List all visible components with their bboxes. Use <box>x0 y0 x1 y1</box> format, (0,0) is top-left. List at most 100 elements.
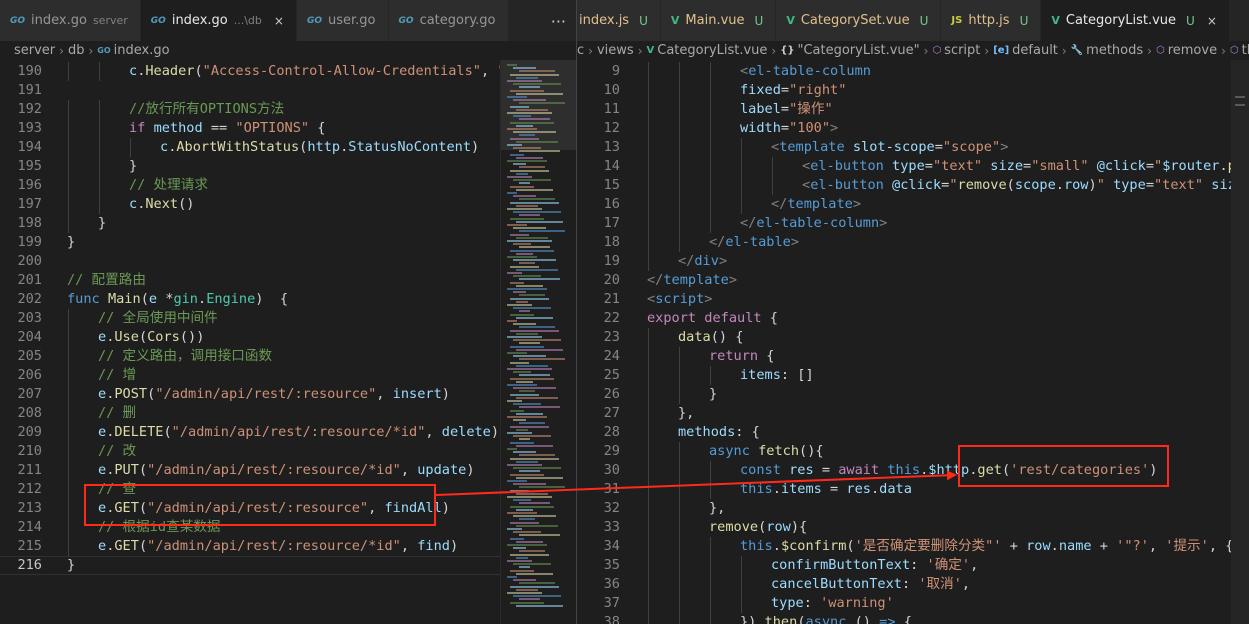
minimap-line <box>510 441 534 444</box>
breadcrumb-item[interactable]: server <box>14 43 55 58</box>
code-text: } <box>129 157 137 176</box>
code-token: == <box>202 120 236 136</box>
line-number: 212 <box>17 481 42 497</box>
minimap-line <box>513 179 551 182</box>
minimap-line <box>510 521 539 524</box>
breadcrumb-item[interactable]: c <box>577 43 584 58</box>
code-text: width="100"> <box>740 119 838 138</box>
tab-index-go[interactable]: GO index.go server <box>0 0 141 41</box>
tab-CategorySet-vue[interactable]: V CategorySet.vue U <box>776 0 942 41</box>
breadcrumb-item[interactable]: index.go <box>114 43 170 58</box>
braces-icon: {} <box>780 45 795 56</box>
indent-guide <box>68 366 69 385</box>
indent-guide <box>648 62 649 81</box>
tab-index-js[interactable]: index.js U <box>577 0 661 41</box>
minimap-line <box>507 224 527 226</box>
breadcrumb-item[interactable]: CategoryList.vue <box>657 43 767 58</box>
line-number: 11 <box>603 101 620 117</box>
chevron-right-icon: › <box>637 43 643 58</box>
minimap-line <box>519 166 545 169</box>
code-token: ()) <box>179 329 205 345</box>
indent-guide <box>68 499 69 518</box>
tab-user-go[interactable]: GO user.go <box>296 0 389 41</box>
breadcrumb-item[interactable]: views <box>597 43 634 58</box>
minimap-line <box>516 76 538 79</box>
tab-CategoryList-vue[interactable]: V CategoryList.vue U × <box>1041 0 1230 41</box>
line-number: 33 <box>603 519 620 535</box>
minimap-line <box>507 416 547 418</box>
line-number: 193 <box>17 120 42 136</box>
more-actions-button[interactable]: ··· <box>551 12 566 31</box>
indent-guide <box>710 480 711 499</box>
breadcrumb-item[interactable]: methods <box>1086 43 1143 58</box>
code-token: c <box>129 63 138 79</box>
indent-guide <box>679 119 680 138</box>
breadcrumb-item[interactable]: "CategoryList.vue" <box>797 43 919 58</box>
code-token: > <box>830 120 839 136</box>
minimap-line <box>519 566 530 569</box>
code-token: : <box>901 576 919 592</box>
minimap-line <box>507 272 522 274</box>
code-token: delete <box>441 424 491 440</box>
tab-Main-vue[interactable]: V Main.vue U <box>660 0 777 41</box>
tab-index-go[interactable]: GO index.go ...\db × <box>140 0 297 41</box>
left-code-editor[interactable]: 190 c.Header("Access-Control-Allow-Creden… <box>0 62 576 624</box>
minimap-line <box>519 326 555 329</box>
indent-guide <box>648 138 649 157</box>
code-token: ){ <box>790 519 808 535</box>
breadcrumb-item[interactable]: script <box>944 43 980 58</box>
code-token: "/admin/api/rest/:resource" <box>155 386 377 402</box>
right-code-editor[interactable]: 9 <el-table-column 10 fixed="right" 11 label=… <box>577 62 1249 624</box>
code-token: = <box>924 158 933 174</box>
indent-guide <box>648 233 649 252</box>
code-token: gin <box>173 291 198 307</box>
close-icon[interactable]: × <box>274 14 284 28</box>
code-token: '确定' <box>926 557 971 573</box>
code-token: slot-scope <box>852 139 935 155</box>
indent-guide <box>679 480 680 499</box>
right-scrollbar[interactable] <box>1231 60 1249 624</box>
code-token: < <box>802 158 811 174</box>
line-number: 12 <box>603 120 620 136</box>
code-token: insert <box>392 386 442 402</box>
code-text: c.Next() <box>129 195 195 214</box>
minimap-line <box>507 288 547 290</box>
breadcrumb-item[interactable]: th <box>1242 43 1249 58</box>
tab-label: http.js <box>968 13 1010 28</box>
breadcrumb-item[interactable]: db <box>68 43 85 58</box>
code-token: ( <box>194 63 203 79</box>
tab-http-js[interactable]: JS http.js U <box>941 0 1042 41</box>
breadcrumb-item[interactable]: default <box>1012 43 1058 58</box>
code-token: "text" <box>932 158 983 174</box>
code-text: // 全局使用中间件 <box>98 309 218 328</box>
code-token: ( <box>138 538 148 554</box>
code-token: = <box>1145 158 1154 174</box>
minimap-line <box>519 550 545 553</box>
indent-guide <box>741 594 742 613</box>
code-token: "small" <box>1031 158 1089 174</box>
code-text: label="操作" <box>740 100 833 119</box>
indent-guide <box>68 157 69 176</box>
code-token: POST <box>114 386 148 402</box>
code-token: * <box>157 291 174 307</box>
code-token: // 增 <box>98 367 137 383</box>
code-token: } <box>67 234 76 250</box>
cube-icon: ⬡ <box>1155 45 1165 56</box>
tab-category-go[interactable]: GO category.go <box>388 0 509 41</box>
left-minimap[interactable] <box>500 60 576 624</box>
code-token: $router <box>1162 158 1220 174</box>
breadcrumb-item[interactable]: remove <box>1168 43 1217 58</box>
minimap-line <box>507 528 522 530</box>
line-number: 23 <box>603 329 620 345</box>
indent-guide <box>710 366 711 385</box>
code-token: : <box>910 557 927 573</box>
js-icon: JS <box>951 15 963 26</box>
indent-guide <box>679 537 680 556</box>
code-token: items <box>740 367 781 383</box>
code-token: . <box>870 481 880 497</box>
close-icon[interactable]: × <box>1207 14 1217 28</box>
indent-guide <box>710 176 711 195</box>
code-token: scope <box>1014 177 1056 193</box>
code-text: </template> <box>771 195 861 214</box>
